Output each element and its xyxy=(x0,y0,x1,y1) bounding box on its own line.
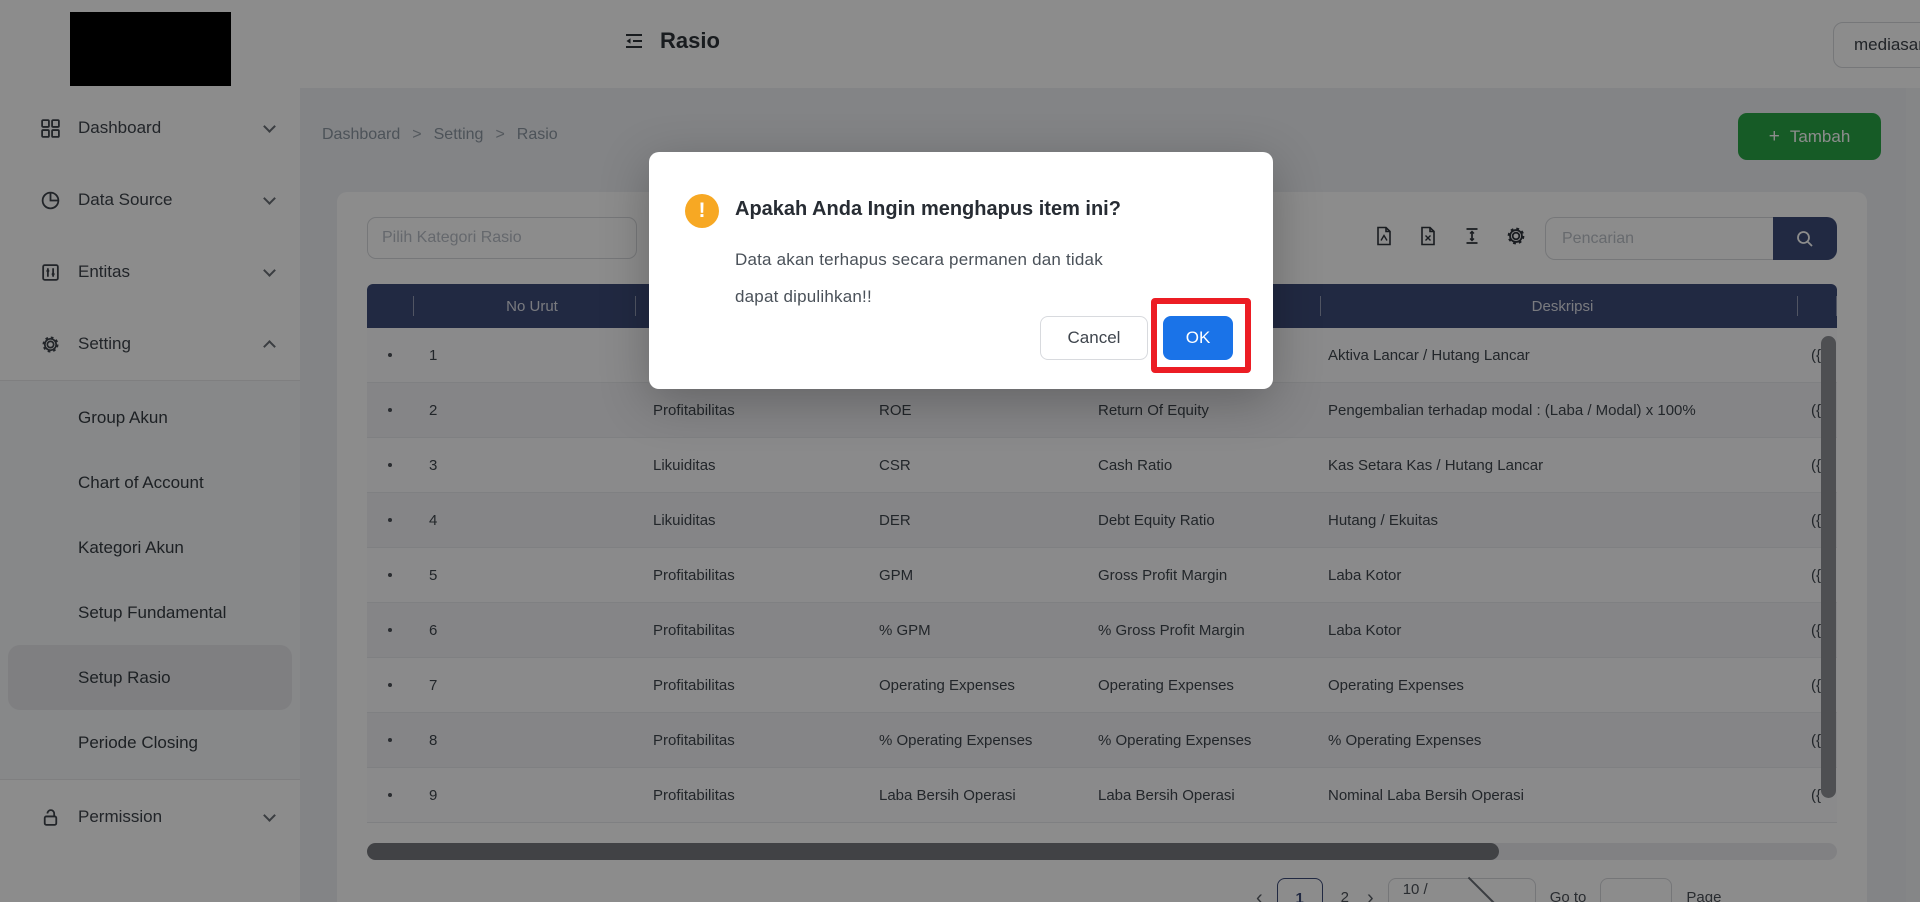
modal-body-text: Data akan terhapus secara permanen dan t… xyxy=(735,242,1140,315)
modal-overlay[interactable] xyxy=(0,0,1920,902)
cancel-button[interactable]: Cancel xyxy=(1040,316,1148,360)
modal-footer: Cancel OK xyxy=(1040,316,1233,360)
ok-button[interactable]: OK xyxy=(1163,316,1233,360)
app-root: Dashboard Data Source Entitas xyxy=(0,0,1920,902)
delete-confirm-modal: ! Apakah Anda Ingin menghapus item ini? … xyxy=(649,152,1273,389)
modal-title: Apakah Anda Ingin menghapus item ini? xyxy=(735,198,1121,221)
exclamation-warning-icon: ! xyxy=(685,194,719,228)
